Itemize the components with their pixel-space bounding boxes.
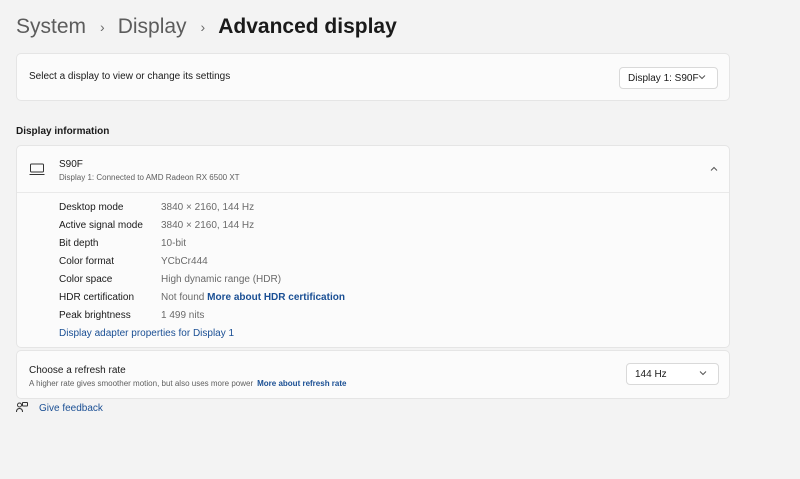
info-value: YCbCr444	[161, 256, 208, 267]
refresh-rate-dropdown[interactable]: 144 Hz	[626, 363, 719, 385]
info-value: High dynamic range (HDR)	[161, 274, 282, 285]
page-title: Advanced display	[218, 15, 397, 38]
info-value: 1 499 nits	[161, 310, 205, 321]
info-value: 3840 × 2160, 144 Hz	[161, 202, 255, 213]
breadcrumb-display[interactable]: Display	[118, 15, 187, 39]
give-feedback-label: Give feedback	[39, 402, 103, 414]
refresh-rate-subtitle: A higher rate gives smoother motion, but…	[29, 379, 254, 388]
info-value: Not found More about HDR certification	[161, 292, 345, 303]
hdr-certification-value: Not found	[161, 292, 205, 303]
adapter-properties-link[interactable]: Display adapter properties for Display 1	[59, 328, 234, 339]
info-key: HDR certification	[59, 292, 135, 303]
breadcrumb-separator: ›	[100, 19, 105, 35]
chevron-up-icon[interactable]	[709, 164, 719, 174]
chevron-down-icon	[698, 75, 706, 80]
info-key: Bit depth	[59, 238, 99, 249]
breadcrumb-separator: ›	[200, 19, 206, 35]
display-info-header[interactable]: S90F Display 1: Connected to AMD Radeon …	[17, 146, 729, 193]
monitor-icon	[29, 163, 45, 175]
display-name: S90F	[59, 159, 83, 170]
select-display-card: Select a display to view or change its s…	[16, 53, 730, 101]
info-value: 3840 × 2160, 144 Hz	[161, 220, 255, 231]
hdr-certification-link[interactable]: More about HDR certification	[207, 292, 345, 303]
section-title-display-information: Display information	[16, 126, 110, 137]
give-feedback-link[interactable]: Give feedback	[16, 401, 103, 415]
feedback-icon	[16, 402, 28, 413]
info-key: Active signal mode	[59, 220, 143, 231]
refresh-rate-link[interactable]: More about refresh rate	[257, 379, 346, 388]
info-key: Color space	[59, 274, 113, 285]
info-key: Desktop mode	[59, 202, 124, 213]
info-key: Peak brightness	[59, 310, 131, 321]
info-key: Color format	[59, 256, 115, 267]
breadcrumb: System › Display › Advanced display	[16, 12, 397, 42]
refresh-rate-card: Choose a refresh rate A higher rate give…	[16, 350, 730, 399]
display-information-card: S90F Display 1: Connected to AMD Radeon …	[16, 145, 730, 348]
info-value: 10-bit	[161, 238, 187, 249]
display-select-value: Display 1: S90F	[628, 72, 699, 84]
display-connection: Display 1: Connected to AMD Radeon RX 65…	[59, 173, 240, 182]
display-select-dropdown[interactable]: Display 1: S90F	[619, 67, 718, 89]
refresh-rate-description: A higher rate gives smoother motion, but…	[29, 379, 346, 388]
chevron-down-icon	[699, 371, 707, 376]
refresh-rate-title: Choose a refresh rate	[29, 365, 126, 376]
breadcrumb-system[interactable]: System	[16, 15, 86, 39]
refresh-rate-value: 144 Hz	[635, 368, 667, 380]
select-display-label: Select a display to view or change its s…	[29, 71, 231, 82]
